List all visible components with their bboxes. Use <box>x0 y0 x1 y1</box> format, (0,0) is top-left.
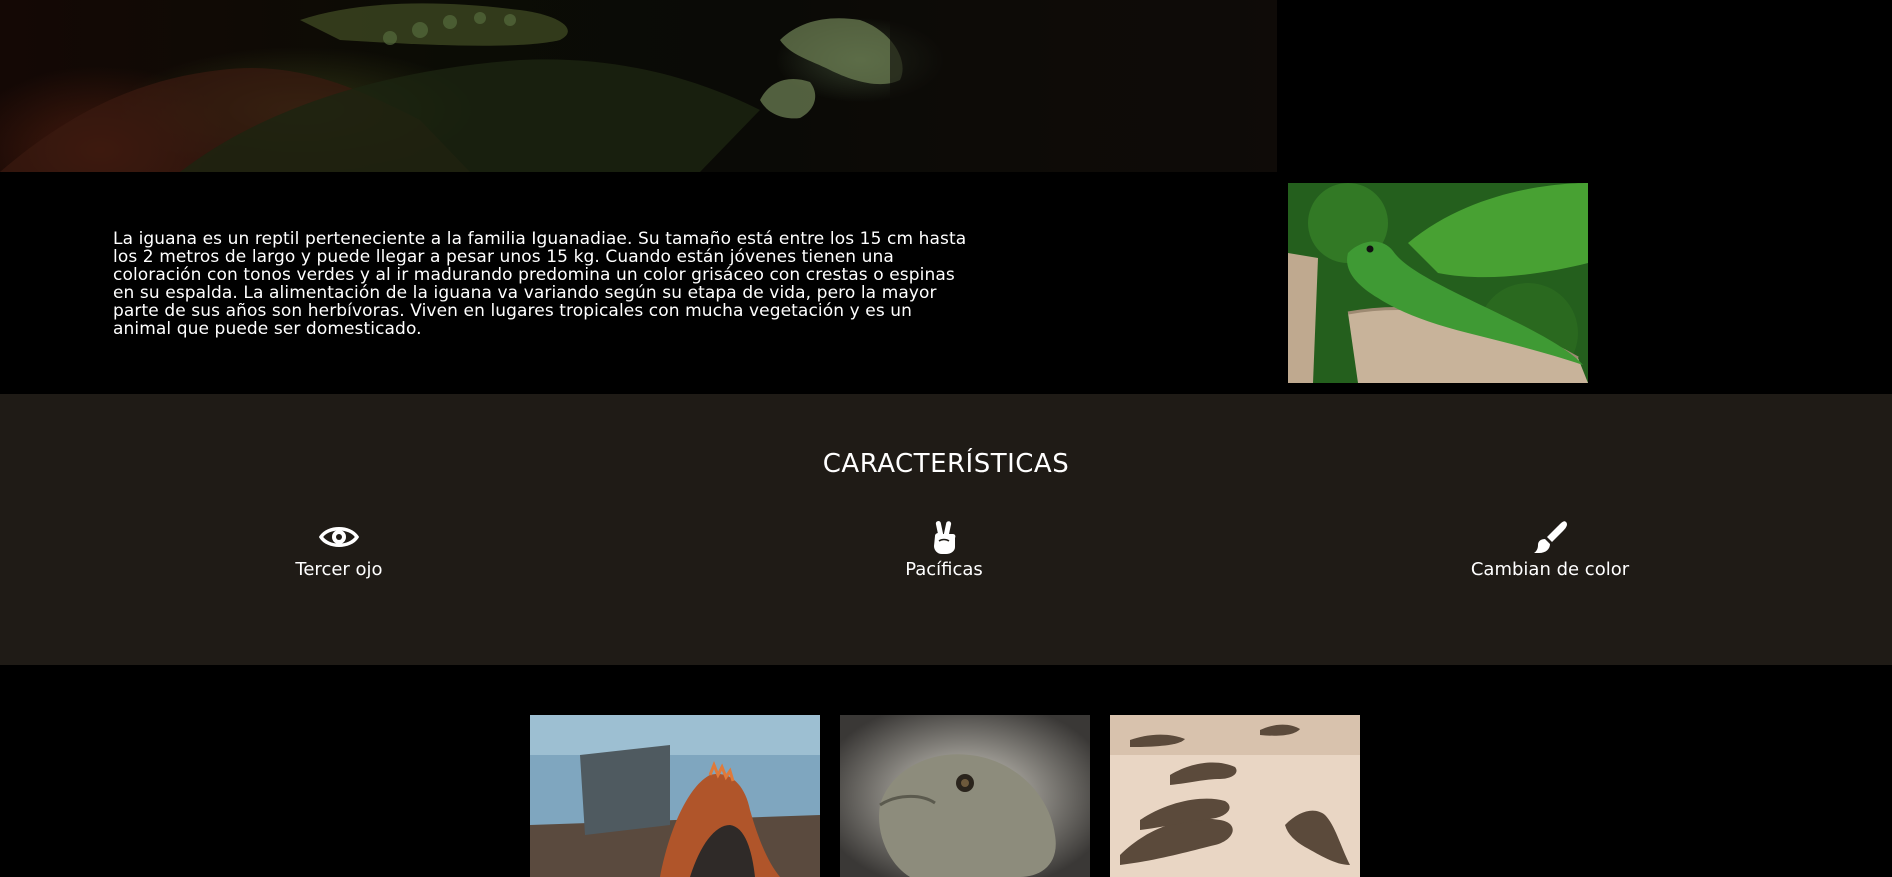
features-title: CARACTERÍSTICAS <box>822 449 1070 479</box>
feature-label: Cambian de color <box>1470 559 1630 580</box>
gallery-image-iguana-rocks <box>530 715 820 877</box>
peace-hand-icon <box>924 520 964 554</box>
intro-paragraph: La iguana es un reptil perteneciente a l… <box>113 229 967 339</box>
feature-change-color: Cambian de color <box>1420 520 1680 580</box>
gallery-image-iguana-head <box>840 715 1090 877</box>
feature-third-eye: Tercer ojo <box>209 520 469 580</box>
features-section: CARACTERÍSTICAS Tercer ojo Pacíficas Cam… <box>0 394 1892 665</box>
paint-brush-icon <box>1530 520 1570 554</box>
hero-banner-image <box>0 0 1277 172</box>
feature-peaceful: Pacíficas <box>814 520 1074 580</box>
page: La iguana es un reptil perteneciente a l… <box>0 0 1892 877</box>
eye-icon <box>318 520 360 554</box>
feature-label: Pacíficas <box>905 559 983 580</box>
feature-label: Tercer ojo <box>295 559 383 580</box>
intro-lizard-image <box>1288 183 1588 383</box>
gallery-image-iguanas-sand <box>1110 715 1360 877</box>
